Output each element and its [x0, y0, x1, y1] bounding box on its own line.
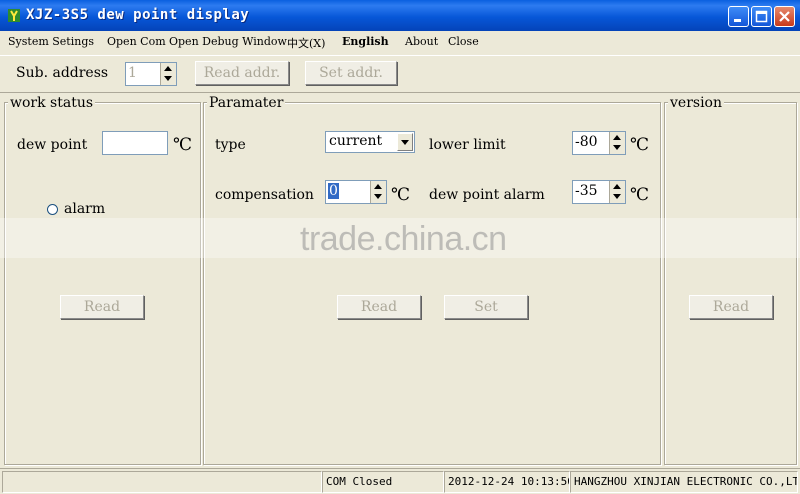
dew-point-alarm-unit: ℃	[630, 185, 650, 205]
version-title: version	[668, 95, 724, 111]
compensation-value: 0	[328, 183, 339, 199]
menu-about[interactable]: About	[405, 35, 438, 48]
menu-open-debug-window[interactable]: Open Debug Window	[169, 35, 287, 48]
close-icon	[779, 11, 790, 22]
work-status-read-button[interactable]: Read	[60, 295, 144, 319]
menu-open-com[interactable]: Open Com	[107, 35, 166, 48]
alarm-label: alarm	[64, 201, 106, 217]
menu-bar: System Setings Open Com Open Debug Windo…	[0, 31, 800, 53]
work-status-title: work status	[8, 95, 96, 111]
dew-point-alarm-spinner[interactable]: -35	[572, 180, 626, 204]
close-window-button[interactable]	[774, 6, 795, 27]
status-company: HANGZHOU XINJIAN ELECTRONIC CO.,LTD	[570, 471, 798, 493]
dew-point-alarm-value: -35	[575, 183, 598, 199]
spinner-arrows-icon[interactable]	[370, 181, 386, 203]
sub-address-spinner[interactable]: 1	[125, 62, 177, 86]
lower-limit-unit: ℃	[630, 135, 650, 155]
dew-point-unit: ℃	[173, 135, 193, 155]
type-label: type	[215, 137, 246, 153]
dew-point-field[interactable]	[102, 131, 168, 155]
parameter-set-button[interactable]: Set	[444, 295, 528, 319]
type-select[interactable]: current	[325, 131, 415, 153]
app-icon	[8, 9, 20, 22]
type-value: current	[329, 133, 383, 149]
set-addr-button[interactable]: Set addr.	[305, 61, 397, 85]
lower-limit-value: -80	[575, 134, 598, 150]
compensation-unit: ℃	[391, 185, 411, 205]
status-cell-empty	[2, 471, 322, 493]
chevron-down-icon[interactable]	[397, 133, 413, 151]
minimize-button[interactable]	[728, 6, 749, 27]
minimize-icon	[734, 19, 741, 22]
status-com: COM Closed	[322, 471, 444, 493]
spinner-arrows-icon[interactable]	[609, 181, 625, 203]
title-bar[interactable]: XJZ-3S5 dew point display	[0, 0, 800, 31]
version-read-button[interactable]: Read	[689, 295, 773, 319]
maximize-button[interactable]	[751, 6, 772, 27]
spinner-arrows-icon[interactable]	[609, 132, 625, 154]
watermark: trade.china.cn	[300, 220, 507, 258]
status-bar: COM Closed 2012-12-24 10:13:50 HANGZHOU …	[0, 468, 800, 494]
parameter-group	[203, 102, 661, 465]
alarm-radio[interactable]	[47, 204, 58, 215]
version-group	[664, 102, 797, 465]
parameter-read-button[interactable]: Read	[337, 295, 421, 319]
lower-limit-label: lower limit	[429, 137, 506, 153]
compensation-spinner[interactable]: 0	[325, 180, 387, 204]
menu-close[interactable]: Close	[448, 35, 479, 48]
dew-point-alarm-label: dew point alarm	[429, 187, 545, 203]
menu-chinese[interactable]: 中文(X)	[287, 35, 325, 51]
dew-point-label: dew point	[17, 137, 88, 153]
status-datetime: 2012-12-24 10:13:50	[444, 471, 570, 493]
window-title: XJZ-3S5 dew point display	[26, 7, 250, 23]
menu-system-settings[interactable]: System Setings	[8, 35, 94, 48]
work-status-group	[4, 102, 201, 465]
spinner-arrows-icon[interactable]	[160, 63, 176, 85]
lower-limit-spinner[interactable]: -80	[572, 131, 626, 155]
menu-english[interactable]: English	[342, 35, 389, 48]
maximize-icon	[755, 10, 768, 23]
sub-address-label: Sub. address	[16, 65, 109, 81]
toolbar: Sub. address 1 Read addr. Set addr.	[0, 55, 800, 93]
compensation-label: compensation	[215, 187, 314, 203]
read-addr-button[interactable]: Read addr.	[195, 61, 289, 85]
sub-address-value: 1	[128, 65, 137, 81]
parameter-title: Paramater	[207, 95, 286, 111]
